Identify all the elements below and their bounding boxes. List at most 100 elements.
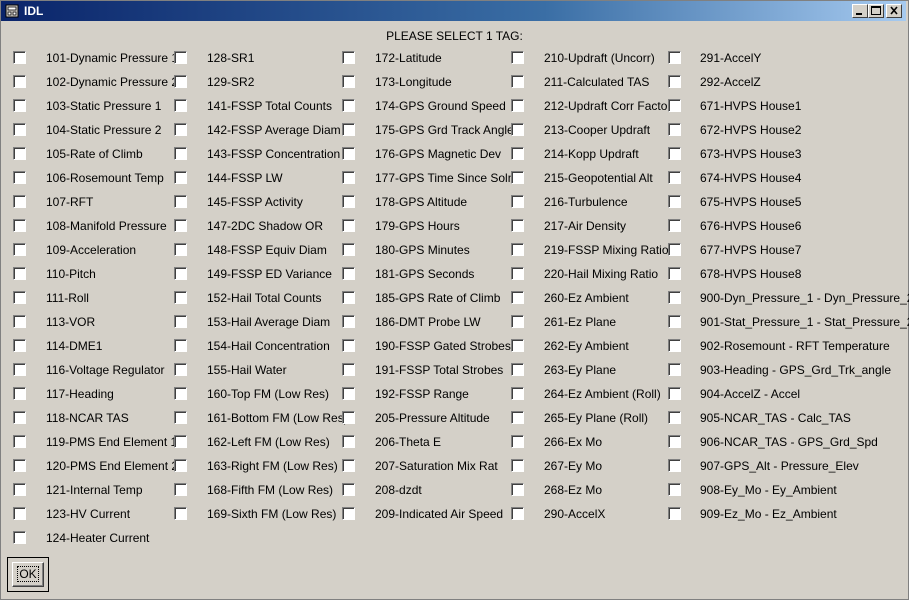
tag-label[interactable]: 129-SR2 xyxy=(207,75,254,89)
tag-label[interactable]: 907-GPS_Alt - Pressure_Elev xyxy=(700,459,859,473)
tag-label[interactable]: 172-Latitude xyxy=(375,51,442,65)
tag-checkbox[interactable] xyxy=(668,243,681,256)
tag-checkbox[interactable] xyxy=(174,123,187,136)
tag-checkbox[interactable] xyxy=(668,435,681,448)
tag-checkbox[interactable] xyxy=(668,411,681,424)
tag-label[interactable]: 905-NCAR_TAS - Calc_TAS xyxy=(700,411,851,425)
tag-checkbox[interactable] xyxy=(13,507,26,520)
tag-label[interactable]: 114-DME1 xyxy=(46,339,102,353)
tag-label[interactable]: 124-Heater Current xyxy=(46,531,149,545)
tag-label[interactable]: 162-Left FM (Low Res) xyxy=(207,435,330,449)
tag-checkbox[interactable] xyxy=(174,291,187,304)
tag-checkbox[interactable] xyxy=(174,363,187,376)
tag-checkbox[interactable] xyxy=(174,99,187,112)
tag-checkbox[interactable] xyxy=(342,483,355,496)
tag-checkbox[interactable] xyxy=(342,291,355,304)
tag-label[interactable]: 209-Indicated Air Speed xyxy=(375,507,503,521)
tag-checkbox[interactable] xyxy=(13,99,26,112)
tag-checkbox[interactable] xyxy=(13,435,26,448)
tag-label[interactable]: 179-GPS Hours xyxy=(375,219,460,233)
tag-label[interactable]: 268-Ez Mo xyxy=(544,483,602,497)
tag-label[interactable]: 120-PMS End Element 2 xyxy=(46,459,178,473)
tag-label[interactable]: 292-AccelZ xyxy=(700,75,761,89)
tag-checkbox[interactable] xyxy=(668,147,681,160)
tag-checkbox[interactable] xyxy=(13,339,26,352)
tag-label[interactable]: 678-HVPS House8 xyxy=(700,267,801,281)
tag-label[interactable]: 110-Pitch xyxy=(46,267,96,281)
tag-label[interactable]: 262-Ey Ambient xyxy=(544,339,629,353)
tag-checkbox[interactable] xyxy=(511,387,524,400)
tag-label[interactable]: 210-Updraft (Uncorr) xyxy=(544,51,655,65)
ok-button[interactable]: OK xyxy=(12,562,44,587)
tag-label[interactable]: 169-Sixth FM (Low Res) xyxy=(207,507,336,521)
tag-checkbox[interactable] xyxy=(511,459,524,472)
tag-label[interactable]: 290-AccelX xyxy=(544,507,605,521)
tag-label[interactable]: 116-Voltage Regulator xyxy=(46,363,165,377)
tag-checkbox[interactable] xyxy=(13,411,26,424)
tag-checkbox[interactable] xyxy=(174,219,187,232)
tag-label[interactable]: 149-FSSP ED Variance xyxy=(207,267,332,281)
tag-label[interactable]: 186-DMT Probe LW xyxy=(375,315,481,329)
tag-label[interactable]: 180-GPS Minutes xyxy=(375,243,470,257)
tag-checkbox[interactable] xyxy=(13,219,26,232)
tag-label[interactable]: 181-GPS Seconds xyxy=(375,267,474,281)
tag-label[interactable]: 220-Hail Mixing Ratio xyxy=(544,267,658,281)
tag-label[interactable]: 901-Stat_Pressure_1 - Stat_Pressure_2 xyxy=(700,315,909,329)
tag-label[interactable]: 143-FSSP Concentration xyxy=(207,147,340,161)
tag-checkbox[interactable] xyxy=(174,267,187,280)
tag-checkbox[interactable] xyxy=(668,267,681,280)
tag-checkbox[interactable] xyxy=(511,435,524,448)
tag-checkbox[interactable] xyxy=(174,435,187,448)
tag-label[interactable]: 173-Longitude xyxy=(375,75,452,89)
tag-checkbox[interactable] xyxy=(511,483,524,496)
tag-checkbox[interactable] xyxy=(13,315,26,328)
tag-label[interactable]: 153-Hail Average Diam xyxy=(207,315,330,329)
tag-label[interactable]: 142-FSSP Average Diam xyxy=(207,123,341,137)
tag-label[interactable]: 208-dzdt xyxy=(375,483,422,497)
tag-label[interactable]: 207-Saturation Mix Rat xyxy=(375,459,498,473)
tag-label[interactable]: 107-RFT xyxy=(46,195,93,209)
tag-checkbox[interactable] xyxy=(668,171,681,184)
tag-checkbox[interactable] xyxy=(13,267,26,280)
tag-label[interactable]: 677-HVPS House7 xyxy=(700,243,801,257)
tag-checkbox[interactable] xyxy=(174,387,187,400)
tag-checkbox[interactable] xyxy=(342,147,355,160)
tag-checkbox[interactable] xyxy=(174,483,187,496)
tag-checkbox[interactable] xyxy=(668,123,681,136)
tag-checkbox[interactable] xyxy=(174,51,187,64)
tag-label[interactable]: 212-Updraft Corr Factor xyxy=(544,99,671,113)
tag-label[interactable]: 154-Hail Concentration xyxy=(207,339,330,353)
tag-label[interactable]: 145-FSSP Activity xyxy=(207,195,303,209)
tag-label[interactable]: 144-FSSP LW xyxy=(207,171,283,185)
tag-label[interactable]: 211-Calculated TAS xyxy=(544,75,649,89)
tag-checkbox[interactable] xyxy=(13,531,26,544)
tag-label[interactable]: 176-GPS Magnetic Dev xyxy=(375,147,501,161)
tag-checkbox[interactable] xyxy=(511,75,524,88)
tag-label[interactable]: 261-Ez Plane xyxy=(544,315,616,329)
tag-checkbox[interactable] xyxy=(342,123,355,136)
tag-checkbox[interactable] xyxy=(13,243,26,256)
tag-label[interactable]: 141-FSSP Total Counts xyxy=(207,99,332,113)
tag-checkbox[interactable] xyxy=(174,243,187,256)
tag-checkbox[interactable] xyxy=(174,195,187,208)
tag-checkbox[interactable] xyxy=(342,171,355,184)
tag-label[interactable]: 175-GPS Grd Track Angle xyxy=(375,123,514,137)
tag-checkbox[interactable] xyxy=(511,123,524,136)
tag-checkbox[interactable] xyxy=(511,219,524,232)
tag-label[interactable]: 900-Dyn_Pressure_1 - Dyn_Pressure_2 xyxy=(700,291,909,305)
tag-label[interactable]: 160-Top FM (Low Res) xyxy=(207,387,329,401)
tag-label[interactable]: 265-Ey Plane (Roll) xyxy=(544,411,648,425)
tag-label[interactable]: 117-Heading xyxy=(46,387,114,401)
tag-label[interactable]: 219-FSSP Mixing Ratio xyxy=(544,243,669,257)
tag-checkbox[interactable] xyxy=(174,339,187,352)
tag-label[interactable]: 148-FSSP Equiv Diam xyxy=(207,243,327,257)
tag-label[interactable]: 264-Ez Ambient (Roll) xyxy=(544,387,661,401)
tag-label[interactable]: 904-AccelZ - Accel xyxy=(700,387,800,401)
tag-label[interactable]: 672-HVPS House2 xyxy=(700,123,801,137)
tag-label[interactable]: 104-Static Pressure 2 xyxy=(46,123,161,137)
tag-checkbox[interactable] xyxy=(511,291,524,304)
tag-label[interactable]: 267-Ey Mo xyxy=(544,459,602,473)
tag-checkbox[interactable] xyxy=(511,99,524,112)
tag-label[interactable]: 263-Ey Plane xyxy=(544,363,616,377)
tag-label[interactable]: 185-GPS Rate of Climb xyxy=(375,291,500,305)
